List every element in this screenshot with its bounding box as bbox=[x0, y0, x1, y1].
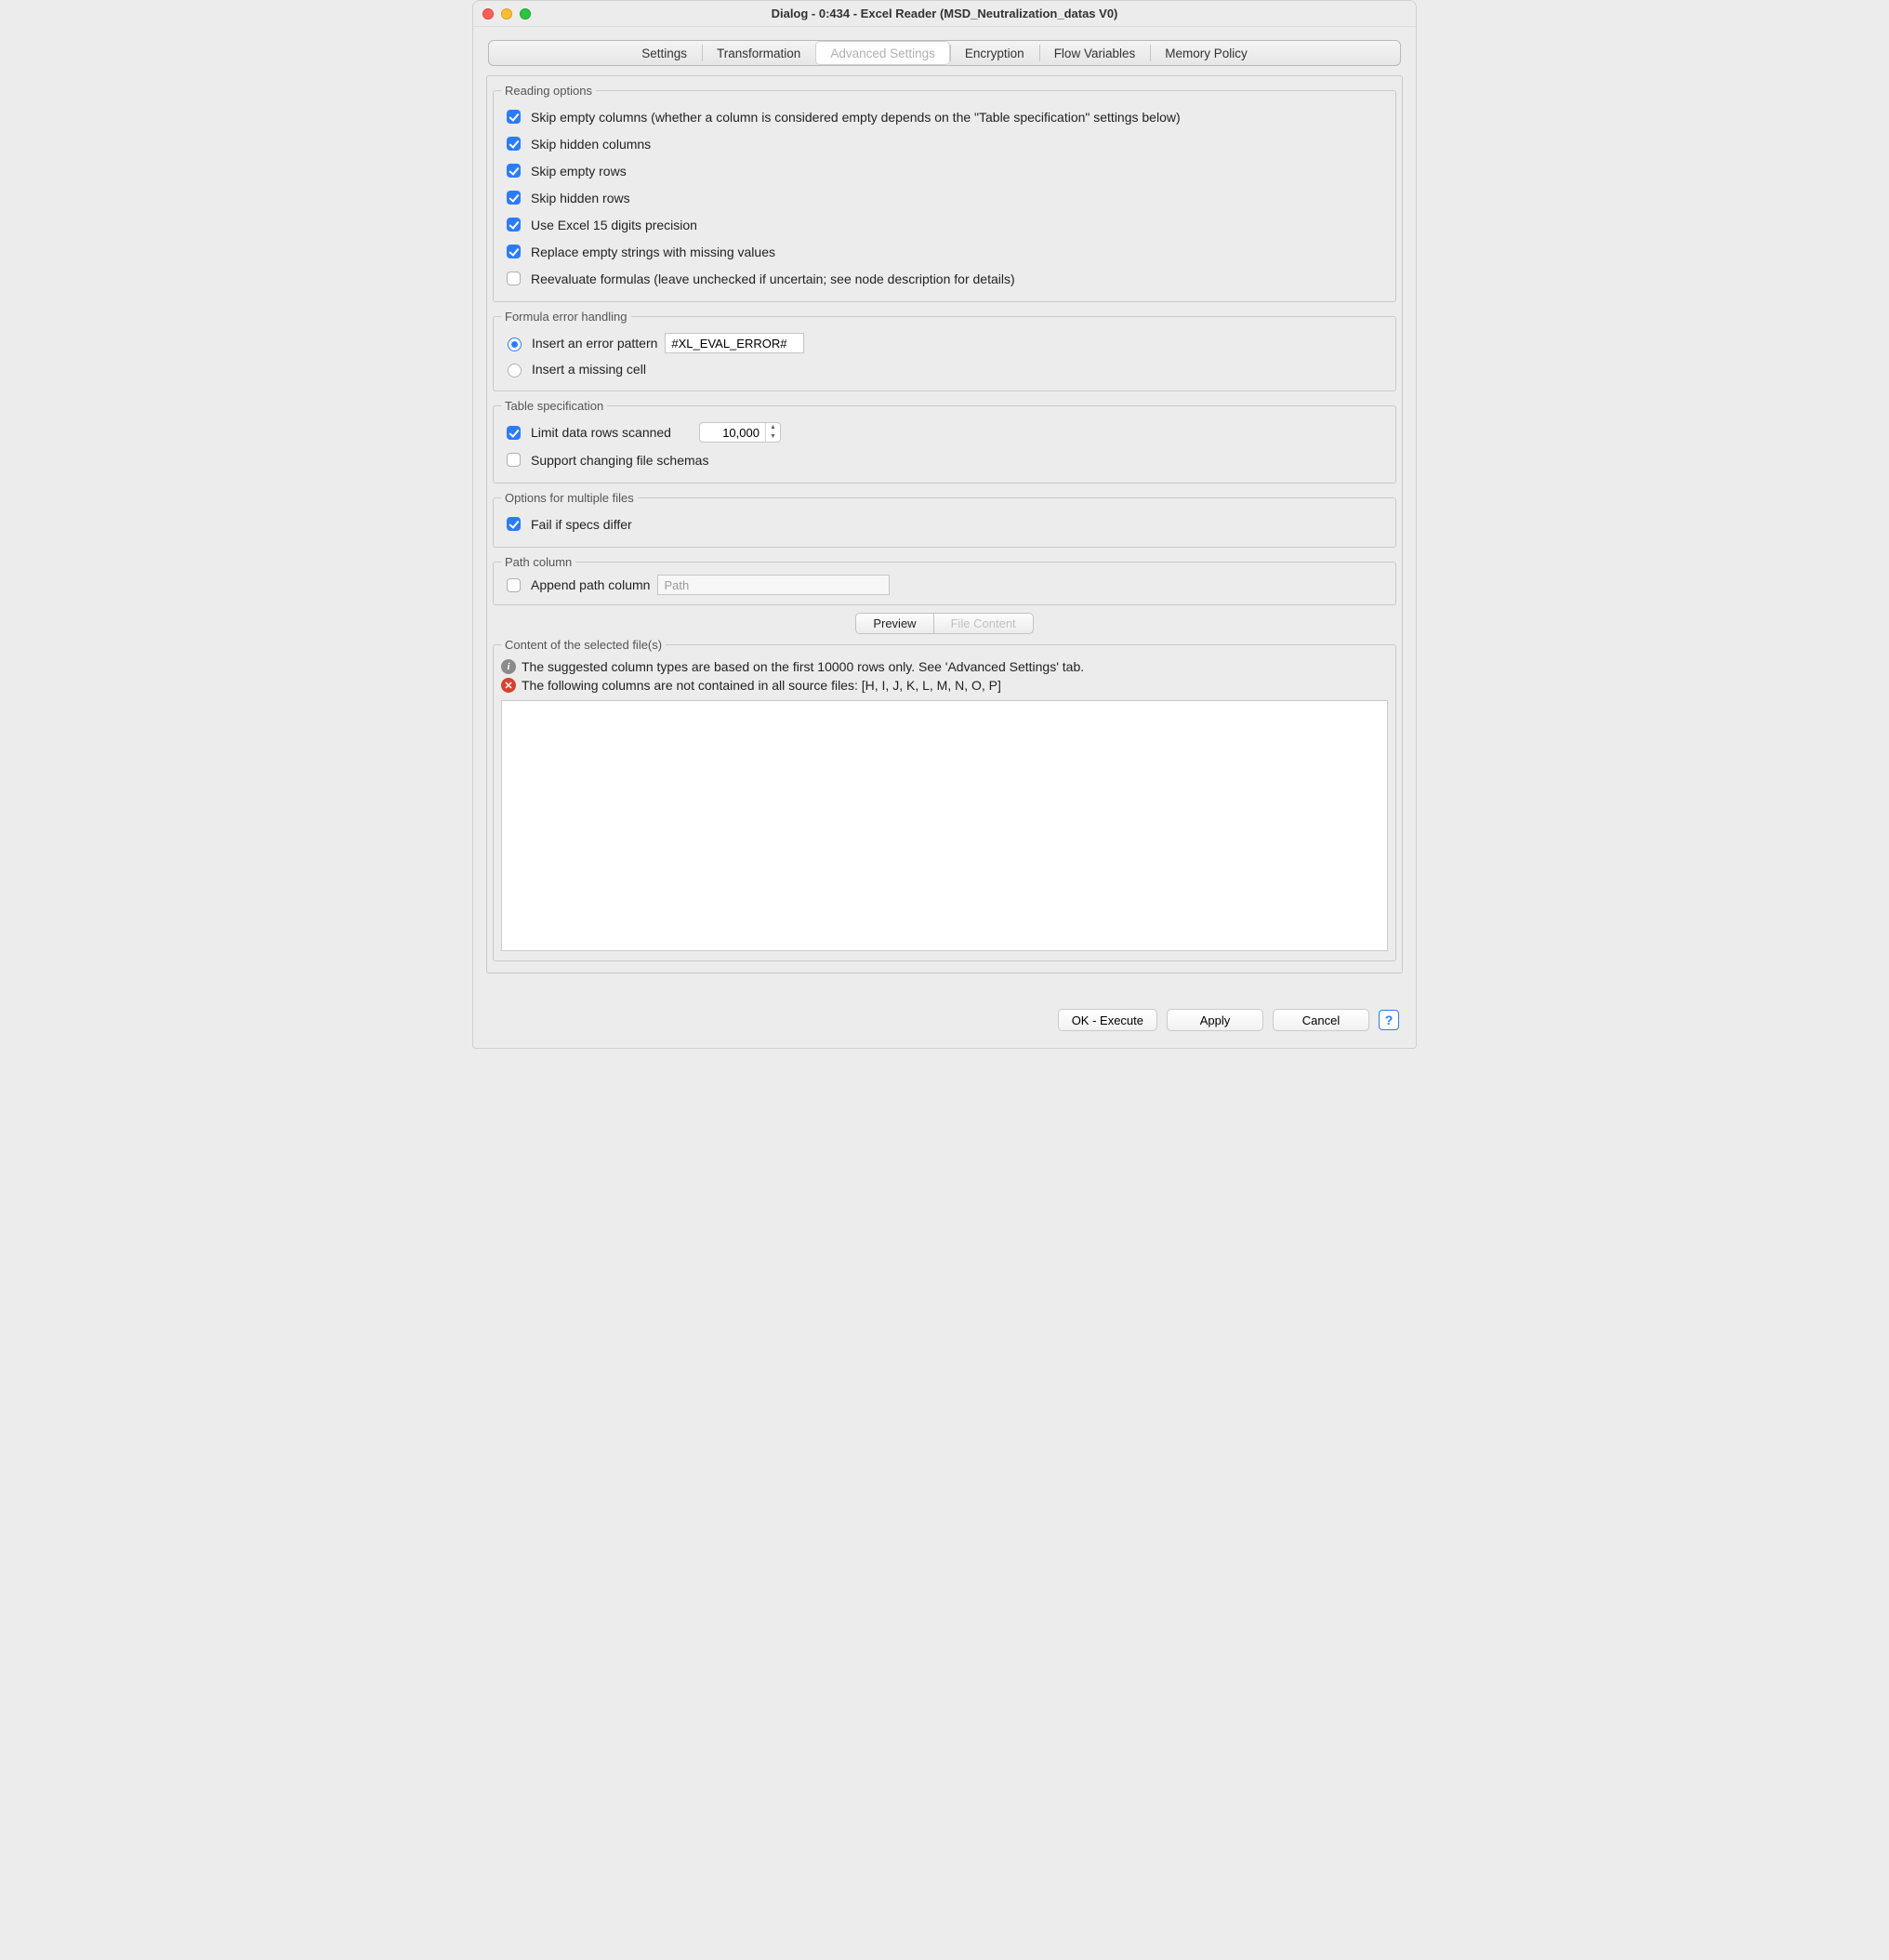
skip-empty-columns-label: Skip empty columns (whether a column is … bbox=[531, 110, 1181, 125]
limit-rows-value[interactable] bbox=[700, 426, 765, 440]
append-path-column-label: Append path column bbox=[531, 577, 650, 592]
table-specification-group: Table specification Limit data rows scan… bbox=[493, 399, 1396, 483]
append-path-column-checkbox[interactable] bbox=[507, 578, 521, 592]
support-changing-schemas-checkbox[interactable] bbox=[507, 453, 521, 467]
cancel-button[interactable]: Cancel bbox=[1273, 1009, 1369, 1031]
file-content-tab[interactable]: File Content bbox=[934, 613, 1034, 634]
limit-rows-stepper[interactable]: ▲ ▼ bbox=[765, 423, 780, 442]
reading-options-legend: Reading options bbox=[501, 84, 596, 98]
limit-rows-checkbox[interactable] bbox=[507, 426, 521, 440]
insert-missing-cell-radio[interactable] bbox=[508, 364, 522, 377]
reevaluate-formulas-label: Reevaluate formulas (leave unchecked if … bbox=[531, 271, 1015, 286]
error-icon: ✕ bbox=[501, 678, 516, 693]
skip-empty-rows-label: Skip empty rows bbox=[531, 164, 627, 179]
replace-empty-strings-label: Replace empty strings with missing value… bbox=[531, 245, 775, 259]
support-changing-schemas-label: Support changing file schemas bbox=[531, 453, 708, 468]
preview-toggle: Preview File Content bbox=[493, 613, 1396, 634]
formula-error-group: Formula error handling Insert an error p… bbox=[493, 310, 1396, 391]
skip-empty-rows-checkbox[interactable] bbox=[507, 164, 521, 178]
content-panel: Reading options Skip empty columns (whet… bbox=[486, 75, 1403, 973]
fail-if-specs-differ-checkbox[interactable] bbox=[507, 517, 521, 531]
excel-15-digits-checkbox[interactable] bbox=[507, 218, 521, 232]
chevron-up-icon[interactable]: ▲ bbox=[766, 423, 780, 432]
skip-hidden-rows-checkbox[interactable] bbox=[507, 191, 521, 205]
multiple-files-legend: Options for multiple files bbox=[501, 491, 638, 505]
chevron-down-icon[interactable]: ▼ bbox=[766, 432, 780, 442]
window-controls bbox=[473, 8, 531, 20]
path-column-name-input[interactable] bbox=[657, 575, 890, 595]
tabs: Settings Transformation Advanced Setting… bbox=[488, 40, 1401, 66]
tab-flow-variables[interactable]: Flow Variables bbox=[1039, 41, 1151, 65]
tab-settings[interactable]: Settings bbox=[627, 41, 702, 65]
skip-hidden-columns-checkbox[interactable] bbox=[507, 137, 521, 151]
table-specification-legend: Table specification bbox=[501, 399, 607, 413]
skip-hidden-rows-label: Skip hidden rows bbox=[531, 191, 630, 205]
titlebar: Dialog - 0:434 - Excel Reader (MSD_Neutr… bbox=[473, 1, 1416, 27]
tab-encryption[interactable]: Encryption bbox=[950, 41, 1039, 65]
close-window-button[interactable] bbox=[482, 8, 494, 20]
dialog-window: Dialog - 0:434 - Excel Reader (MSD_Neutr… bbox=[472, 0, 1417, 1049]
skip-hidden-columns-label: Skip hidden columns bbox=[531, 137, 651, 152]
limit-rows-label: Limit data rows scanned bbox=[531, 425, 671, 440]
reading-options-group: Reading options Skip empty columns (whet… bbox=[493, 84, 1396, 302]
tab-memory-policy[interactable]: Memory Policy bbox=[1150, 41, 1262, 65]
fail-if-specs-differ-label: Fail if specs differ bbox=[531, 517, 632, 532]
ok-execute-button[interactable]: OK - Execute bbox=[1058, 1009, 1157, 1031]
tab-transformation[interactable]: Transformation bbox=[702, 41, 815, 65]
tabs-container: Settings Transformation Advanced Setting… bbox=[473, 27, 1416, 66]
info-message-row: i The suggested column types are based o… bbox=[501, 657, 1388, 676]
multiple-files-group: Options for multiple files Fail if specs… bbox=[493, 491, 1396, 548]
preview-area bbox=[501, 700, 1388, 951]
tab-advanced-settings[interactable]: Advanced Settings bbox=[815, 41, 950, 65]
button-bar: OK - Execute Apply Cancel ? bbox=[473, 981, 1416, 1048]
replace-empty-strings-checkbox[interactable] bbox=[507, 245, 521, 258]
limit-rows-spinner[interactable]: ▲ ▼ bbox=[699, 422, 781, 443]
error-message-text: The following columns are not contained … bbox=[522, 678, 1001, 693]
apply-button[interactable]: Apply bbox=[1167, 1009, 1263, 1031]
error-message-row: ✕ The following columns are not containe… bbox=[501, 676, 1388, 695]
error-pattern-input[interactable] bbox=[665, 333, 804, 353]
excel-15-digits-label: Use Excel 15 digits precision bbox=[531, 218, 697, 232]
reevaluate-formulas-checkbox[interactable] bbox=[507, 271, 521, 285]
skip-empty-columns-checkbox[interactable] bbox=[507, 110, 521, 124]
insert-missing-cell-label: Insert a missing cell bbox=[532, 362, 646, 377]
formula-error-legend: Formula error handling bbox=[501, 310, 631, 324]
preview-legend: Content of the selected file(s) bbox=[501, 638, 666, 652]
preview-tab[interactable]: Preview bbox=[855, 613, 933, 634]
preview-group: Content of the selected file(s) i The su… bbox=[493, 638, 1396, 961]
info-icon: i bbox=[501, 659, 516, 674]
help-button[interactable]: ? bbox=[1379, 1010, 1399, 1030]
path-column-group: Path column Append path column bbox=[493, 555, 1396, 605]
info-message-text: The suggested column types are based on … bbox=[522, 659, 1084, 674]
path-column-legend: Path column bbox=[501, 555, 575, 569]
zoom-window-button[interactable] bbox=[520, 8, 531, 20]
insert-error-pattern-radio[interactable] bbox=[508, 338, 522, 351]
window-title: Dialog - 0:434 - Excel Reader (MSD_Neutr… bbox=[473, 7, 1416, 20]
insert-error-pattern-label: Insert an error pattern bbox=[532, 336, 657, 351]
minimize-window-button[interactable] bbox=[501, 8, 512, 20]
